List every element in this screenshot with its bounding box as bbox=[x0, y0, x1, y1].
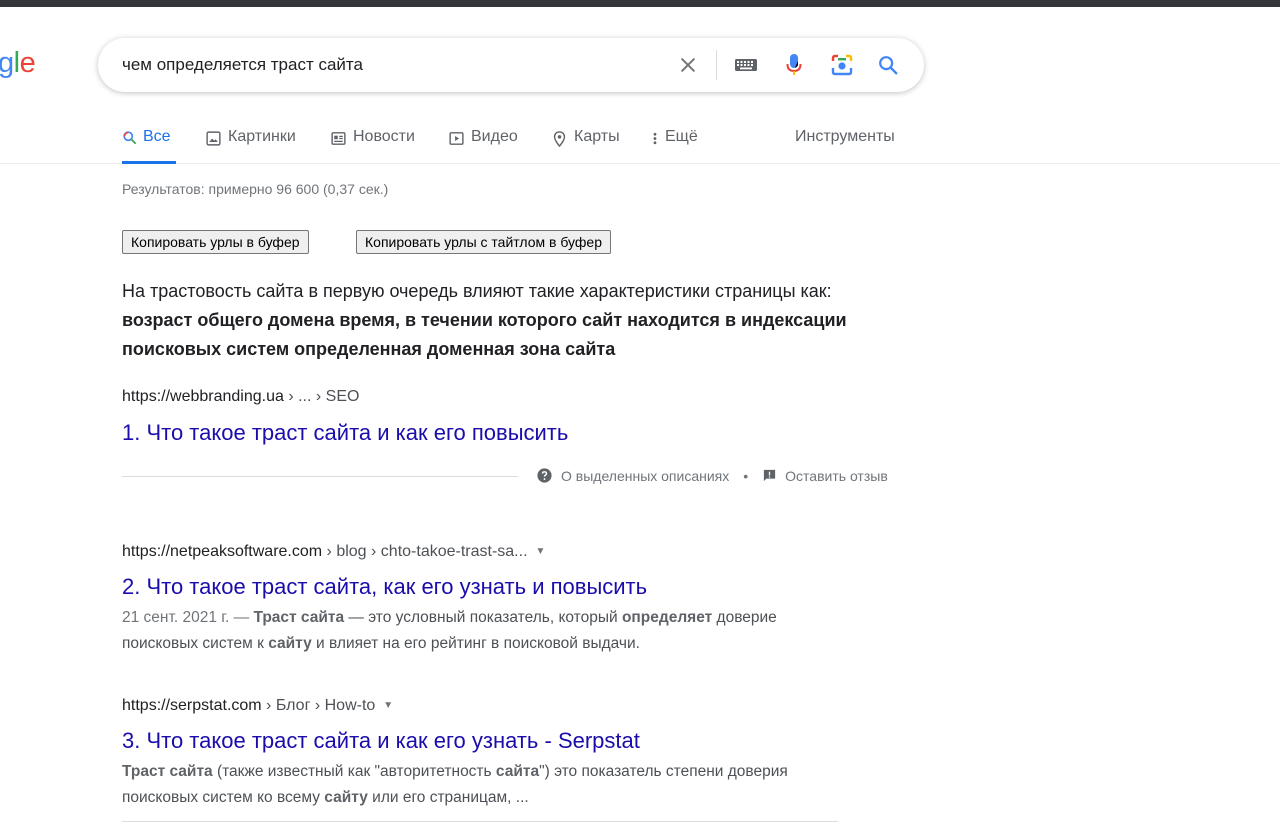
snippet-feedback-row: О выделенных описаниях • Оставить отзыв bbox=[536, 467, 888, 484]
desc-text: или его страницам, ... bbox=[367, 789, 529, 806]
tab-label: Ещё bbox=[665, 128, 698, 145]
result-domain: https://netpeaksoftware.com bbox=[122, 543, 323, 560]
desc-text: — это условный показатель, который bbox=[344, 609, 622, 626]
tab-maps[interactable]: Карты bbox=[551, 128, 620, 164]
result-path: › blog › chto-takoe-trast-sa... bbox=[322, 543, 528, 560]
feedback-icon[interactable] bbox=[762, 468, 777, 483]
desc-text: и влияет на его рейтинг в поисковой выда… bbox=[311, 635, 640, 652]
tab-all[interactable]: Все bbox=[122, 128, 176, 164]
result-url[interactable]: https://serpstat.com › Блог › How-to ▼ bbox=[122, 697, 393, 715]
tab-more[interactable]: Ещё bbox=[651, 128, 698, 164]
featured-snippet: На трастовость сайта в первую очередь вл… bbox=[122, 277, 912, 364]
separator-dot: • bbox=[743, 467, 749, 484]
result-domain: https://serpstat.com bbox=[122, 697, 262, 714]
result-title-link[interactable]: 2. Что такое траст сайта, как его узнать… bbox=[122, 574, 647, 600]
search-box[interactable]: чем определяется траст сайта bbox=[98, 38, 924, 92]
desc-bold: сайта bbox=[495, 763, 540, 780]
tab-images[interactable]: Картинки bbox=[205, 128, 296, 164]
keyboard-icon[interactable] bbox=[730, 49, 762, 81]
result-title-link[interactable]: 3. Что такое траст сайта и как его узнат… bbox=[122, 728, 640, 754]
desc-bold: Траст сайта bbox=[122, 763, 213, 780]
snippet-text: На трастовость сайта в первую очередь вл… bbox=[122, 281, 832, 301]
close-icon[interactable] bbox=[672, 49, 704, 81]
desc-text: (также известный как "авторитетность bbox=[212, 763, 496, 780]
tab-label: Новости bbox=[353, 128, 415, 145]
play-icon bbox=[449, 132, 464, 145]
search-tabs: Все Картинки Новости Видео Карты Ещё Инс… bbox=[0, 118, 1280, 164]
chevron-down-icon[interactable]: ▼ bbox=[536, 546, 546, 557]
tab-label: Картинки bbox=[228, 128, 296, 145]
map-pin-icon bbox=[553, 131, 566, 148]
desc-bold: сайту bbox=[324, 789, 368, 806]
leave-feedback-link[interactable]: Оставить отзыв bbox=[785, 468, 888, 484]
desc-bold: определяет bbox=[621, 609, 713, 626]
microphone-icon[interactable] bbox=[778, 49, 810, 81]
snippet-highlight: возраст общего домена время, в течении к… bbox=[122, 310, 847, 330]
tab-video[interactable]: Видео bbox=[448, 128, 518, 164]
search-input[interactable]: чем определяется траст сайта bbox=[122, 55, 363, 75]
tools-button[interactable]: Инструменты bbox=[795, 128, 895, 164]
result-date: 21 сент. 2021 г. — bbox=[122, 609, 254, 626]
result-url[interactable]: https://webbranding.ua › ... › SEO bbox=[122, 388, 359, 406]
help-icon[interactable] bbox=[536, 467, 553, 484]
result-path: › Блог › How-to bbox=[261, 697, 376, 714]
result-description: Траст сайта (также известный как "автори… bbox=[122, 759, 792, 811]
search-icon bbox=[123, 131, 136, 144]
chevron-down-icon[interactable]: ▼ bbox=[383, 700, 393, 711]
google-logo[interactable]: gle bbox=[0, 47, 36, 80]
result-domain: https://webbranding.ua bbox=[122, 388, 284, 405]
image-icon bbox=[206, 131, 221, 146]
browser-top-bar bbox=[0, 0, 1280, 7]
result-title-link[interactable]: 1. Что такое траст сайта и как его повыс… bbox=[122, 420, 568, 446]
tab-news[interactable]: Новости bbox=[330, 128, 415, 164]
divider bbox=[122, 476, 518, 477]
tools-label: Инструменты bbox=[795, 128, 895, 145]
about-snippets-link[interactable]: О выделенных описаниях bbox=[561, 468, 729, 484]
result-path: › ... › SEO bbox=[283, 388, 360, 405]
more-vert-icon bbox=[653, 132, 657, 145]
result-description: 21 сент. 2021 г. — Траст сайта — это усл… bbox=[122, 605, 842, 657]
search-divider bbox=[716, 50, 717, 80]
search-icon[interactable] bbox=[872, 49, 904, 81]
copy-urls-button[interactable]: Копировать урлы в буфер bbox=[122, 230, 309, 254]
news-icon bbox=[331, 132, 346, 145]
copy-urls-titles-button[interactable]: Копировать урлы с тайтлом в буфер bbox=[356, 230, 611, 254]
desc-bold: Траст сайта bbox=[253, 609, 345, 626]
tab-label: Видео bbox=[471, 128, 518, 145]
result-url[interactable]: https://netpeaksoftware.com › blog › cht… bbox=[122, 543, 545, 561]
tab-label: Карты bbox=[574, 128, 620, 145]
divider bbox=[122, 821, 838, 822]
result-stats: Результатов: примерно 96 600 (0,37 сек.) bbox=[122, 181, 389, 197]
snippet-highlight: поисковых систем определенная доменная з… bbox=[122, 339, 616, 359]
desc-bold: сайту bbox=[268, 635, 312, 652]
tab-label: Все bbox=[143, 128, 171, 145]
camera-icon[interactable] bbox=[826, 49, 858, 81]
